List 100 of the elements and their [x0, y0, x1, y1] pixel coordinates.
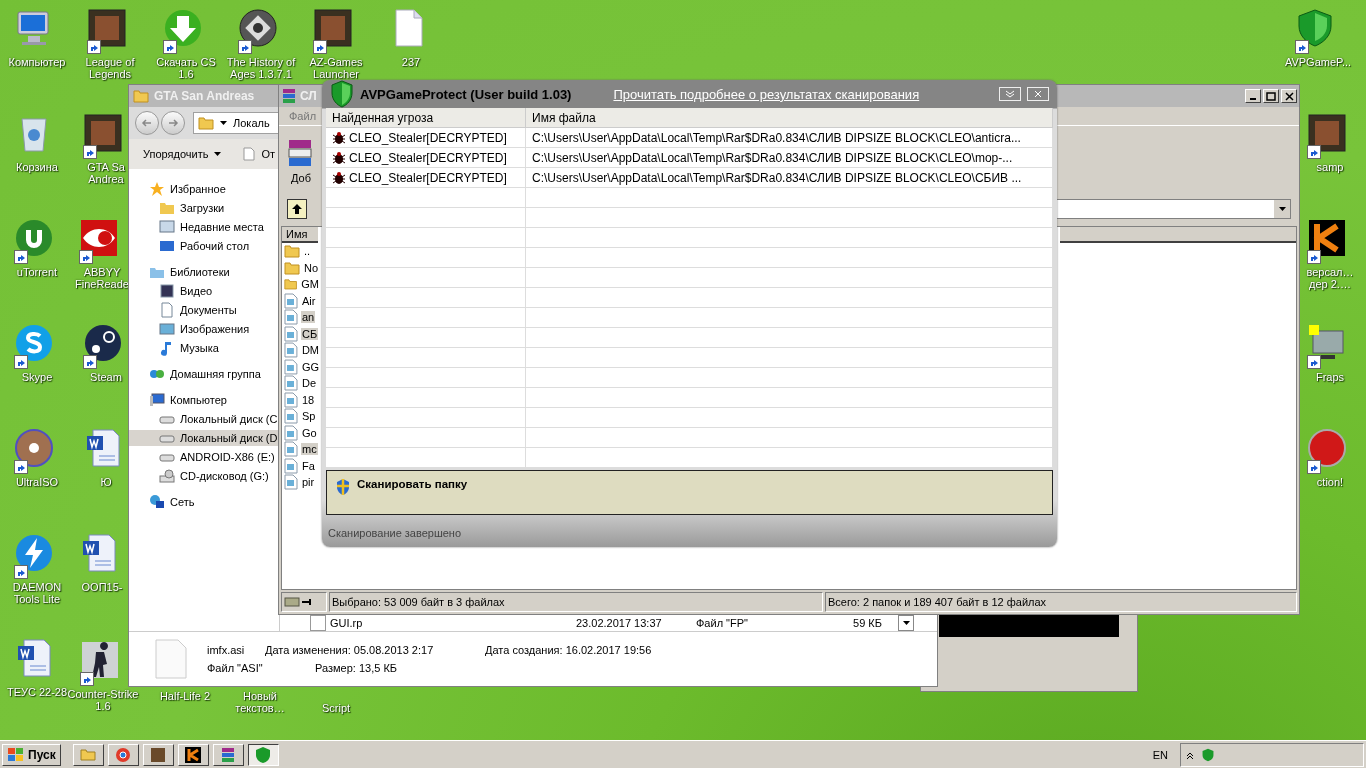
bug-icon [332, 170, 346, 185]
nav-item[interactable]: CD-дисковод (G:) [129, 468, 279, 484]
nav-item[interactable]: Домашняя группа [129, 366, 279, 382]
scan-status: Сканирование завершено [328, 527, 462, 539]
archive-file-row[interactable]: Sp [282, 408, 320, 425]
file-type: Файл "ASI" [207, 662, 264, 674]
threat-cell: CLEO_Stealer[DECRYPTED] [326, 168, 526, 187]
nav-item[interactable]: Видео [129, 283, 279, 299]
desktop-icon-label: Skype [21, 371, 53, 383]
nav-item[interactable]: Избранное [129, 181, 279, 197]
desktop-icon-label: AZ-Games Launcher [308, 56, 364, 80]
threat-cell: CLEO_Stealer[DECRYPTED] [326, 148, 526, 167]
folder-icon [284, 276, 298, 293]
nav-item[interactable]: Музыка [129, 340, 279, 356]
collapse-button[interactable] [999, 87, 1021, 101]
file-row[interactable]: GUI.rp 23.02.2017 13:37 Файл "FP" 59 КБ [280, 615, 937, 631]
nav-item[interactable]: Компьютер [129, 392, 279, 408]
nav-item[interactable]: Изображения [129, 321, 279, 337]
archive-file-row[interactable]: an [282, 309, 320, 326]
picture-icon [149, 745, 168, 764]
file-icon [284, 309, 298, 326]
open-button[interactable]: От [239, 145, 280, 163]
column-header[interactable]: Имя [282, 227, 318, 243]
folder-icon [198, 115, 214, 131]
archive-file-row[interactable]: Fa [282, 457, 320, 474]
up-arrow-icon [291, 203, 303, 215]
file-size: Размер: 13,5 КБ [314, 662, 398, 674]
start-button[interactable]: Пуск [2, 743, 61, 766]
nav-item[interactable]: Недавние места [129, 219, 279, 235]
archive-file-row[interactable]: Air [282, 292, 320, 309]
archive-file-row[interactable]: GG [282, 358, 320, 375]
desktop-icon-label: The History of Ages 1.3.7.1 [225, 56, 297, 80]
up-folder-button[interactable] [287, 199, 307, 219]
bug-icon [332, 150, 346, 165]
details-link[interactable]: Прочитать подробнее о результатах сканирования [613, 86, 920, 102]
nav-item[interactable]: Сеть [129, 494, 279, 510]
nav-item[interactable]: Документы [129, 302, 279, 318]
desktop-icon-label: AVPGameP... [1284, 56, 1352, 68]
archive-file-row[interactable]: GM [282, 276, 320, 293]
desktop-icon-label: uTorrent [16, 266, 58, 278]
desktop-icon-label: Counter-Strike 1.6 [67, 688, 140, 712]
file-icon [284, 408, 298, 425]
desktop-icon-label: Script [321, 702, 351, 714]
desktop-icon [159, 238, 175, 254]
file-path-cell: C:\Users\User\AppData\Local\Temp\Rar$DRa0.834\СЛИВ DIPSIZE BLOCK\CLEO\mop-... [526, 148, 1053, 167]
column-header[interactable]: Найденная угроза [326, 108, 526, 127]
archive-file-row[interactable]: 18 [282, 391, 320, 408]
letter-icon [184, 745, 203, 764]
minimize-button[interactable] [1245, 89, 1261, 103]
status-total: Всего: 2 папок и 189 407 байт в 12 файлах [825, 592, 1297, 612]
left-arrow-icon [141, 117, 153, 129]
status-selected: Выбрано: 53 009 байт в 3 файлах [329, 592, 823, 612]
image-icon [159, 321, 175, 337]
column-header[interactable]: Имя файла [526, 108, 1053, 127]
file-name: imfx.asi [207, 644, 246, 656]
archive-file-row[interactable]: .. [282, 243, 320, 260]
archive-file-row[interactable]: DM [282, 342, 320, 359]
nav-item[interactable]: Локальный диск (D [129, 430, 279, 446]
folder-icon [133, 88, 149, 104]
path-dropdown[interactable] [1055, 199, 1291, 219]
cd-icon [159, 468, 175, 484]
caret-icon [1278, 207, 1286, 211]
desktop-icon-label: Корзина [16, 161, 58, 173]
nav-item[interactable]: ANDROID-X86 (E:) [129, 449, 279, 465]
threat-cell: CLEO_Stealer[DECRYPTED] [326, 128, 526, 147]
scroll-down-button[interactable] [898, 615, 914, 631]
archive-file-row[interactable]: СБ [282, 325, 320, 342]
window-title: СЛ [300, 89, 317, 103]
organize-button[interactable]: Упорядочить [139, 146, 226, 162]
desktop-icon-label: Half-Life 2 [159, 690, 211, 702]
scan-folder-button[interactable]: Сканировать папку [326, 470, 1053, 515]
nav-item[interactable]: Библиотеки [129, 264, 279, 280]
file-icon [284, 424, 298, 441]
desktop-icon-label: версал… дер 2.… [1305, 266, 1355, 290]
desktop-icon-label: ООП15- [81, 581, 123, 593]
nav-item[interactable]: Локальный диск (C [129, 411, 279, 427]
caret-icon [902, 621, 910, 625]
maximize-button[interactable] [1263, 89, 1279, 103]
file-icon [284, 342, 298, 359]
modified-date: Дата изменения: 05.08.2013 2:17 [265, 644, 435, 656]
archive-file-row[interactable]: pir [282, 474, 320, 491]
doc-icon [159, 302, 175, 318]
nav-item[interactable]: Рабочий стол [129, 238, 279, 254]
right-arrow-icon [167, 117, 179, 129]
folder-icon [159, 200, 175, 216]
file-icon [155, 639, 187, 679]
desktop-icon-label: ТЕУС 22-28 [6, 686, 68, 698]
desktop-icon-label: GTA Sa Andrea [86, 161, 126, 185]
address-field[interactable]: Локаль [193, 112, 279, 134]
archive-file-row[interactable]: mc [282, 441, 320, 458]
archive-file-row[interactable]: De [282, 375, 320, 392]
close-icon [1034, 90, 1042, 98]
file-icon [284, 441, 298, 458]
nav-item[interactable]: Загрузки [129, 200, 279, 216]
add-button[interactable]: Доб [287, 128, 315, 192]
taskbar-button[interactable] [247, 743, 279, 766]
archive-file-row[interactable]: Go [282, 424, 320, 441]
language-indicator[interactable]: EN [1152, 748, 1168, 761]
desktop-icon-label: Fraps [1315, 371, 1345, 383]
archive-file-row[interactable]: No [282, 259, 320, 276]
